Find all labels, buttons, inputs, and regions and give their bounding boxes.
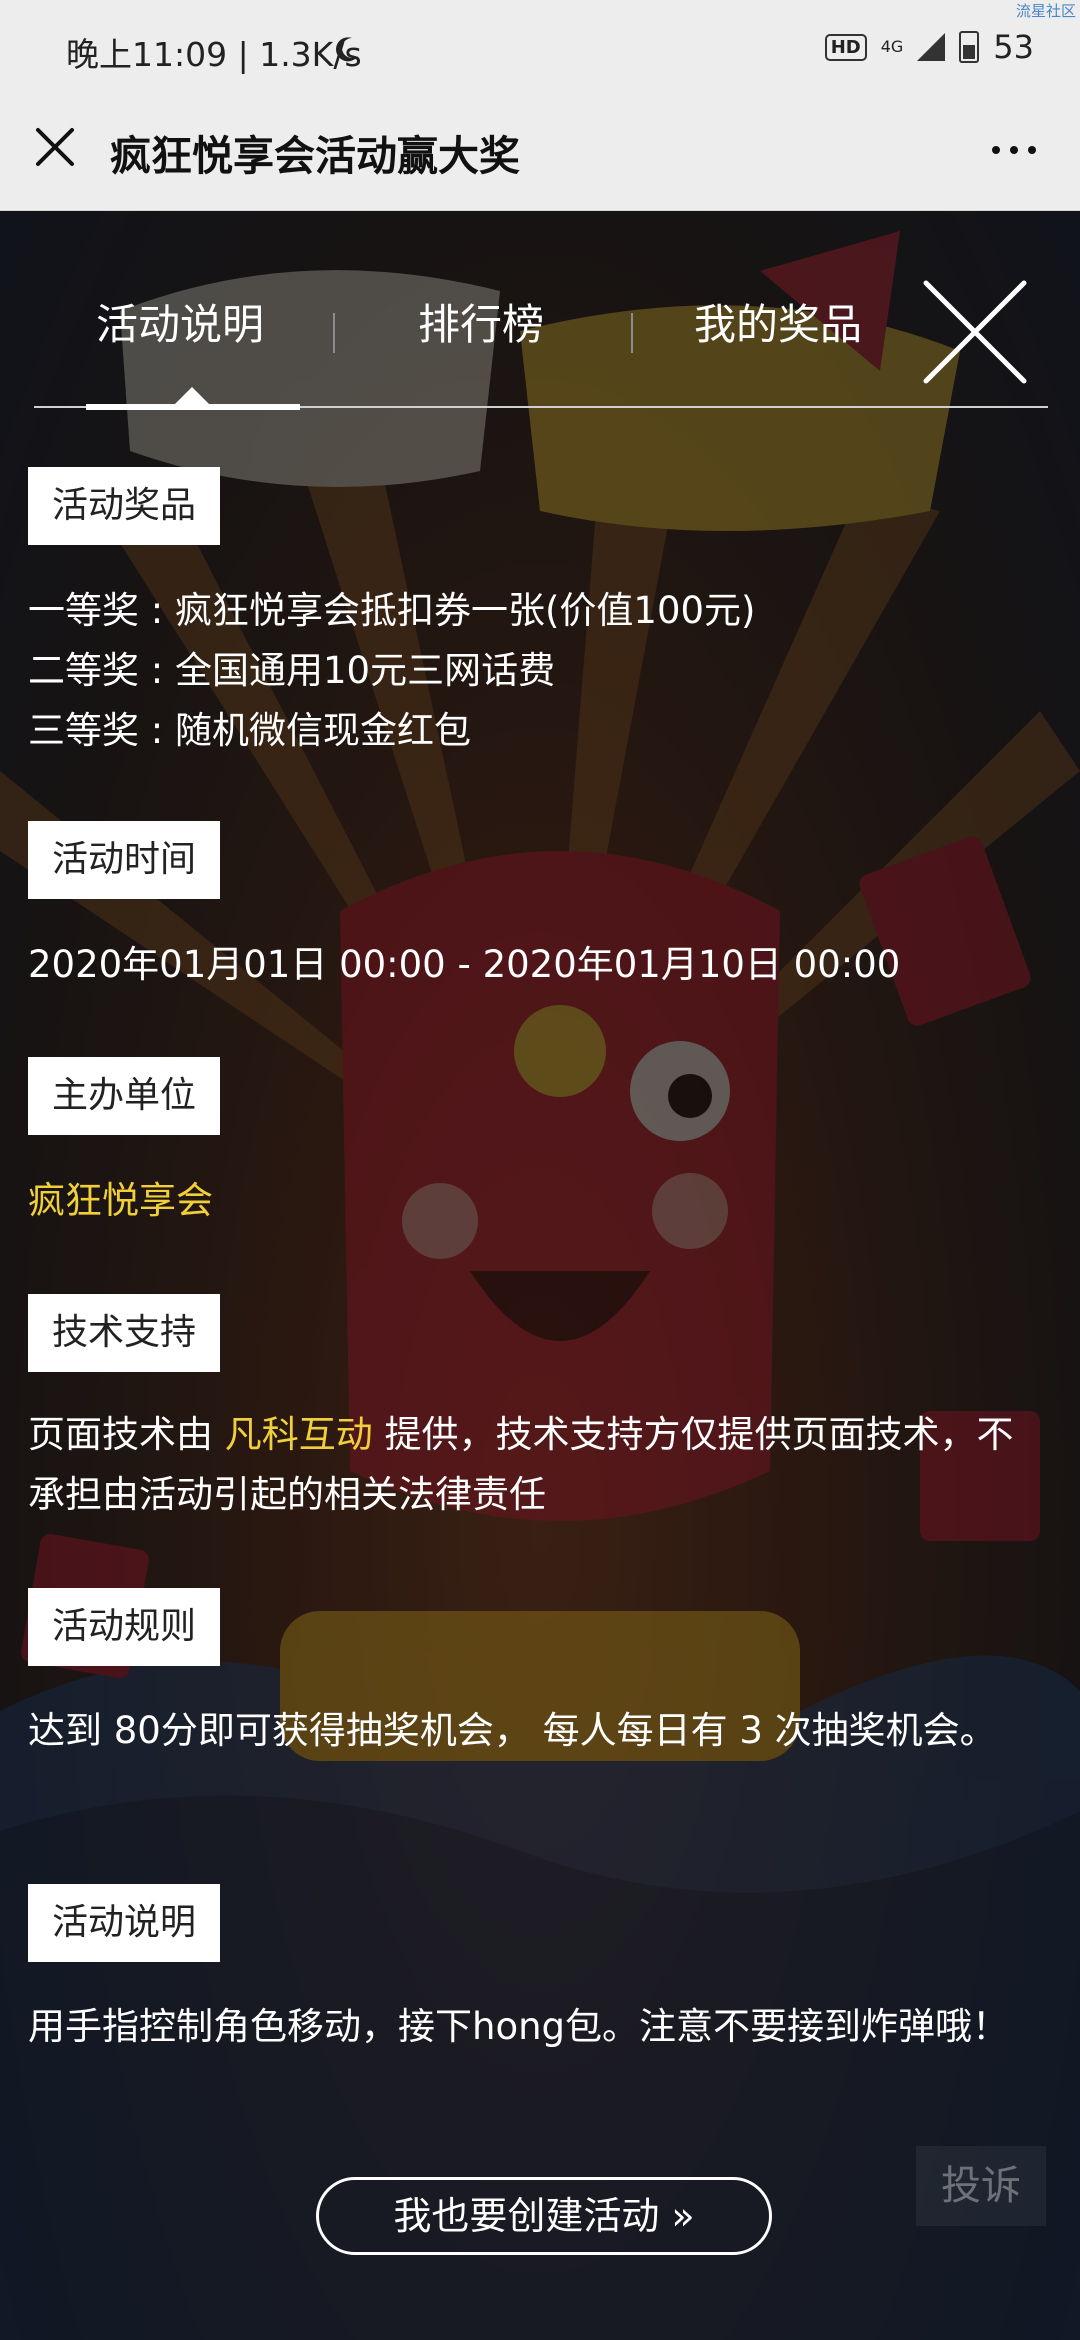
prize-line: 三等奖 : 随机微信现金红包 bbox=[28, 709, 471, 752]
tab-bar: 活动说明 排行榜 我的奖品 bbox=[0, 291, 1080, 371]
title-bar: 疯狂悦享会活动赢大奖 bbox=[0, 100, 1080, 211]
section-label-prizes: 活动奖品 bbox=[28, 467, 221, 545]
tab-divider bbox=[631, 313, 633, 353]
tech-provider-link[interactable]: 凡科互动 bbox=[225, 1413, 373, 1456]
description-text: 用手指控制角色移动，接下hong包。注意不要接到炸弹哦！ bbox=[28, 2005, 1010, 2048]
close-icon[interactable] bbox=[30, 122, 80, 172]
status-time-speed: 晚上11:09 | 1.3K/s bbox=[66, 35, 362, 74]
tech-support-text: 页面技术由 凡科互动 提供，技术支持方仅提供页面技术，不承担由活动引起的相关法律… bbox=[28, 1405, 1018, 1525]
status-bar: 晚上11:09 | 1.3K/s HD 4G 53 流星社区 bbox=[0, 0, 1080, 100]
signal-icon bbox=[917, 33, 946, 61]
prize-line: 二等奖 : 全国通用10元三网话费 bbox=[28, 649, 556, 692]
more-options-icon[interactable] bbox=[984, 124, 1044, 174]
section-label-description: 活动说明 bbox=[28, 1884, 221, 1962]
rules-text: 达到 80分即可获得抽奖机会， 每人每日有 3 次抽奖机会。 bbox=[28, 1709, 997, 1752]
tab-divider bbox=[333, 313, 335, 353]
prize-line: 一等奖 : 疯狂悦享会抵扣券一张(价值100元) bbox=[28, 589, 756, 632]
tab-active-caret bbox=[174, 387, 210, 405]
report-button[interactable]: 投诉 bbox=[916, 2146, 1046, 2226]
status-icons: HD 4G 53 bbox=[824, 28, 1034, 66]
tech-prefix: 页面技术由 bbox=[28, 1413, 225, 1456]
network-label: 4G bbox=[880, 37, 904, 56]
page-title: 疯狂悦享会活动赢大奖 bbox=[110, 132, 520, 180]
battery-level: 53 bbox=[993, 28, 1034, 66]
section-label-rules: 活动规则 bbox=[28, 1588, 221, 1666]
activity-time: 2020年01月01日 00:00 - 2020年01月10日 00:00 bbox=[28, 943, 901, 986]
create-activity-button[interactable]: 我也要创建活动 » bbox=[316, 2177, 772, 2255]
section-label-tech: 技术支持 bbox=[28, 1294, 221, 1372]
battery-icon bbox=[959, 31, 980, 63]
section-label-time: 活动时间 bbox=[28, 821, 221, 899]
watermark: 流星社区 bbox=[1015, 2, 1076, 20]
moon-icon bbox=[336, 37, 358, 62]
activity-panel: 活动说明 排行榜 我的奖品 活动奖品 一等奖 : 疯狂悦享会抵扣券一张(价值10… bbox=[0, 211, 1080, 2340]
organizer-name[interactable]: 疯狂悦享会 bbox=[28, 1171, 213, 1231]
tab-leaderboard[interactable]: 排行榜 bbox=[418, 291, 544, 352]
tab-my-prizes[interactable]: 我的奖品 bbox=[694, 291, 862, 352]
hd-icon: HD bbox=[824, 33, 867, 61]
section-label-organizer: 主办单位 bbox=[28, 1057, 221, 1135]
tab-activity-info[interactable]: 活动说明 bbox=[96, 291, 264, 352]
